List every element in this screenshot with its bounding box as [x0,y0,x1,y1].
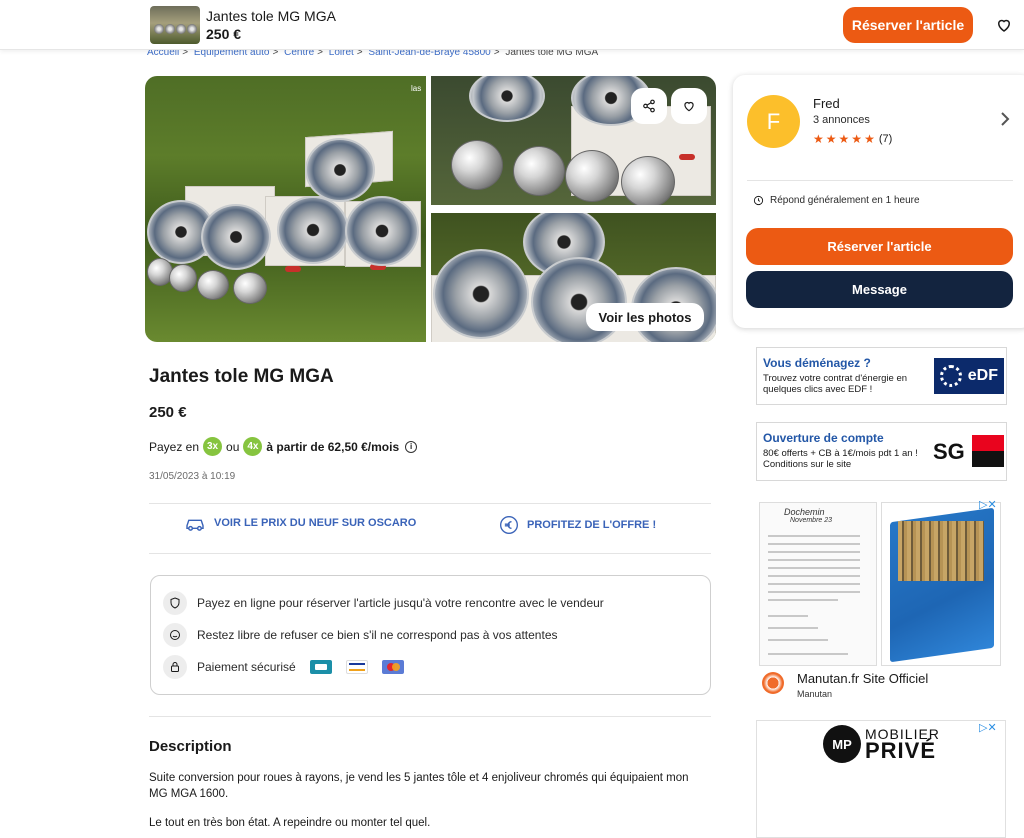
see-photos-button[interactable]: Voir les photos [586,303,704,331]
description-paragraph: Suite conversion pour roues à rayons, je… [149,772,689,800]
seller-rating: ★ ★ ★ ★ ★ (7) [813,132,892,146]
edf-logo: eDF [934,358,1004,394]
cb-card-icon [309,660,332,674]
message-button[interactable]: Message [746,271,1013,308]
clock-icon [753,195,764,206]
manutan-ad[interactable]: Dochemin Novembre 23 ▷✕ Manutan.fr Site … [756,498,1007,703]
mastercard-icon [381,660,404,674]
description-heading: Description [149,738,232,755]
sticky-header: Jantes tole MG MGA 250 € Réserver l'arti… [0,0,1024,50]
drill-case-image [881,502,1001,666]
info-icon[interactable]: i [405,440,418,453]
sg-ad-text: 80€ offerts + CB à 1€/mois pdt 1 an ! Co… [763,448,918,470]
sg-logo-text: SG [933,439,965,464]
doc-line-1: Dochemin [784,507,825,517]
edf-ad-heading: Vous déménagez ? [763,356,871,370]
guarantee-row-online: Payez en ligne pour réserver l'article j… [163,591,604,615]
guarantee-text-secure: Paiement sécurisé [197,660,296,674]
shield-icon [163,591,187,615]
reserve-button[interactable]: Réserver l'article [746,228,1013,265]
car-icon [186,519,204,531]
pay-4x-badge: 4x [243,437,263,456]
offer-promo-label: PROFITEZ DE L'OFFRE ! [527,519,657,531]
ad-choices-icon[interactable]: ▷✕ [979,498,997,511]
share-button[interactable] [631,88,667,124]
main-photo[interactable]: las [145,76,426,342]
guarantee-text-online: Payez en ligne pour réserver l'article j… [197,596,604,610]
header-reserve-button[interactable]: Réserver l'article [843,7,973,43]
oscaro-promo-link[interactable]: VOIR LE PRIX DU NEUF SUR OSCARO [184,515,416,531]
guarantee-text-refuse: Restez libre de refuser ce bien s'il ne … [197,628,558,642]
listing-price: 250 € [149,404,187,421]
pay-or: ou [226,439,240,454]
star-icon: ★ [851,132,863,146]
share-icon [643,99,655,113]
divider [149,553,711,554]
divider [747,180,1013,181]
lock-icon [163,655,187,679]
star-icon: ★ [813,132,824,146]
document-image: Dochemin Novembre 23 [759,502,877,666]
pay-suffix: à partir de 62,50 €/mois [266,439,400,454]
header-listing-price: 250 € [206,26,242,42]
divider [149,503,711,504]
listing-thumbnail[interactable] [150,6,200,44]
favorite-heart-icon[interactable] [995,16,1013,34]
smiley-icon [163,623,187,647]
euro-icon [500,516,518,534]
mobilier-prive-ad[interactable]: MP MOBILIER PRIVÉ ▷✕ [756,720,1006,838]
response-time-text: Répond généralement en 1 heure [770,195,920,206]
star-icon: ★ [838,132,850,146]
mp-logo-line2: PRIVÉ [865,738,937,763]
secure-payment-box: Payez en ligne pour réserver l'article j… [150,575,711,695]
manutan-logo [762,672,784,694]
visa-card-icon [345,660,368,674]
seller-card: F Fred 3 annonces ★ ★ ★ ★ ★ (7) Répond g… [733,75,1024,328]
doc-line-2: Novembre 23 [790,517,833,524]
photo-corner-text: las [411,84,422,93]
installment-info: Payez en 3x ou 4x à partir de 62,50 €/mo… [149,437,418,456]
seller-avatar[interactable]: F [747,95,800,148]
pay-3x-badge: 3x [203,437,223,456]
star-icon: ★ [825,132,837,146]
oscaro-promo-label: VOIR LE PRIX DU NEUF SUR OSCARO [214,517,417,529]
manutan-subtitle: Manutan [797,689,833,699]
offer-promo-link[interactable]: PROFITEZ DE L'OFFRE ! [499,515,656,535]
sg-logo [972,435,1004,467]
star-icon: ★ [864,132,875,146]
manutan-title: Manutan.fr Site Officiel [797,671,929,686]
edf-logo-text: eDF [967,367,998,384]
heart-icon [684,101,694,112]
guarantee-row-refuse: Restez libre de refuser ce bien s'il ne … [163,623,558,647]
rating-count: (7) [878,133,893,145]
listing-title: Jantes tole MG MGA [149,366,334,387]
edf-ad-text: Trouvez votre contrat d'énergie en quelq… [763,373,908,395]
guarantee-row-secure: Paiement sécurisé [163,655,404,679]
mp-logo-circle: MP [823,725,861,763]
divider [149,716,711,717]
edf-ad[interactable]: Vous déménagez ? Trouvez votre contrat d… [756,347,1007,405]
response-time: Répond généralement en 1 heure [753,195,920,206]
gallery-favorite-button[interactable] [671,88,707,124]
sg-ad[interactable]: Ouverture de compte 80€ offerts + CB à 1… [756,422,1007,481]
seller-ads-count: 3 annonces [813,114,870,126]
header-listing-title: Jantes tole MG MGA [206,8,336,24]
ad-choices-icon[interactable]: ▷✕ [979,721,997,734]
description-paragraph-2: Le tout en très bon état. A repeindre ou… [149,817,431,829]
sg-ad-heading: Ouverture de compte [763,431,884,445]
listing-date: 31/05/2023 à 10:19 [149,471,236,482]
chevron-right-icon[interactable] [999,111,1011,127]
seller-name[interactable]: Fred [813,96,840,111]
pay-prefix: Payez en [149,439,200,454]
